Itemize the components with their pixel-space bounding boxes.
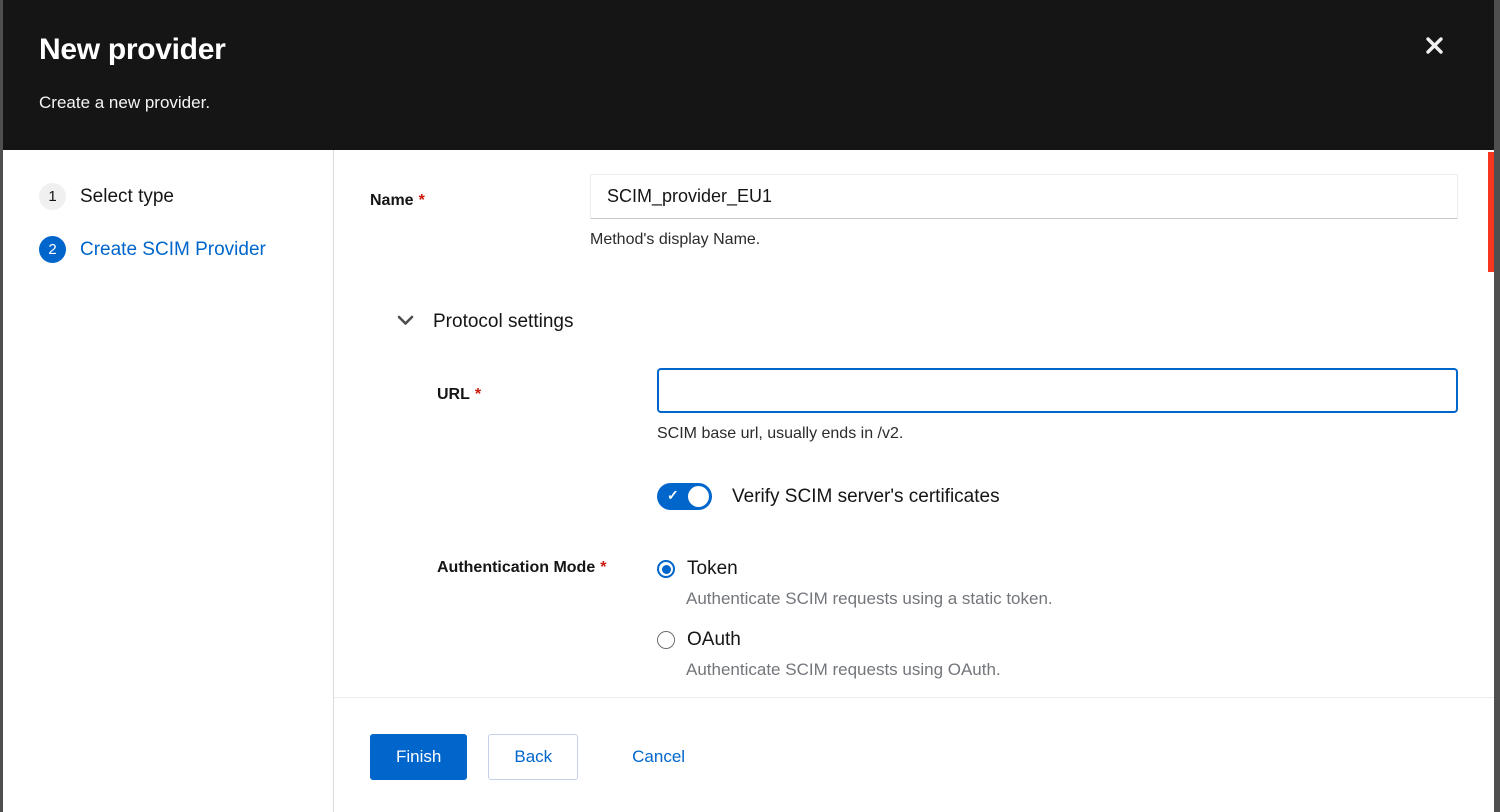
modal-header: New provider Create a new provider. [3, 0, 1494, 150]
new-provider-modal: New provider Create a new provider. 1 Se… [3, 0, 1494, 812]
protocol-settings-section-toggle[interactable]: Protocol settings [397, 311, 1458, 333]
required-asterisk: * [600, 559, 606, 576]
wizard-step-select-type[interactable]: 1 Select type [39, 183, 313, 210]
radio-unselected-icon[interactable] [657, 631, 675, 649]
verify-certificates-row: ✓ Verify SCIM server's certificates [437, 443, 1458, 510]
radio-option-label: OAuth [687, 629, 741, 651]
modal-body: 1 Select type 2 Create SCIM Provider Nam… [3, 150, 1494, 812]
url-field-label: URL [437, 386, 470, 403]
check-icon: ✓ [667, 487, 679, 504]
required-asterisk: * [475, 386, 481, 403]
page-title: New provider [39, 30, 1454, 70]
cancel-button[interactable]: Cancel [622, 734, 695, 780]
authentication-mode-row: Authentication Mode * Token Authenticate … [437, 558, 1458, 680]
step-number-badge: 1 [39, 183, 66, 210]
url-field-row: URL * SCIM base url, usually ends in /v2. [437, 368, 1458, 443]
provider-form: Name * Method's display Name. Protocol se… [334, 150, 1494, 697]
scrollbar-thumb[interactable] [1488, 152, 1494, 272]
name-input[interactable] [590, 174, 1458, 219]
radio-option-label: Token [687, 558, 738, 580]
url-helper-text: SCIM base url, usually ends in /v2. [657, 425, 1458, 443]
page-subtitle: Create a new provider. [39, 93, 1454, 113]
modal-footer: Finish Back Cancel [334, 697, 1494, 812]
step-number-badge: 2 [39, 236, 66, 263]
auth-mode-option-token[interactable]: Token Authenticate SCIM requests using a… [657, 558, 1458, 609]
url-input[interactable] [657, 368, 1458, 413]
name-field-row: Name * Method's display Name. [370, 174, 1458, 249]
radio-option-description: Authenticate SCIM requests using a stati… [686, 589, 1458, 609]
verify-certificates-toggle[interactable]: ✓ [657, 483, 712, 510]
name-field-label: Name [370, 192, 414, 209]
auth-mode-option-oauth[interactable]: OAuth Authenticate SCIM requests using O… [657, 629, 1458, 680]
required-asterisk: * [419, 192, 425, 209]
close-button[interactable] [1420, 33, 1448, 61]
toggle-knob [688, 486, 709, 507]
wizard-step-create-scim-provider[interactable]: 2 Create SCIM Provider [39, 236, 313, 263]
step-label: Select type [80, 186, 174, 208]
name-helper-text: Method's display Name. [590, 231, 1458, 249]
radio-selected-icon[interactable] [657, 560, 675, 578]
wizard-steps-sidebar: 1 Select type 2 Create SCIM Provider [3, 150, 334, 812]
protocol-settings-title: Protocol settings [433, 311, 573, 333]
authentication-mode-label: Authentication Mode [437, 559, 595, 576]
radio-option-description: Authenticate SCIM requests using OAuth. [686, 660, 1458, 680]
close-icon [1425, 36, 1444, 58]
form-content-column: Name * Method's display Name. Protocol se… [334, 150, 1494, 812]
protocol-settings-group: URL * SCIM base url, usually ends in /v2. [437, 368, 1458, 680]
back-button[interactable]: Back [488, 734, 578, 780]
step-label: Create SCIM Provider [80, 239, 266, 261]
chevron-down-icon [397, 313, 414, 331]
finish-button[interactable]: Finish [370, 734, 467, 780]
verify-certificates-label: Verify SCIM server's certificates [732, 486, 1000, 508]
